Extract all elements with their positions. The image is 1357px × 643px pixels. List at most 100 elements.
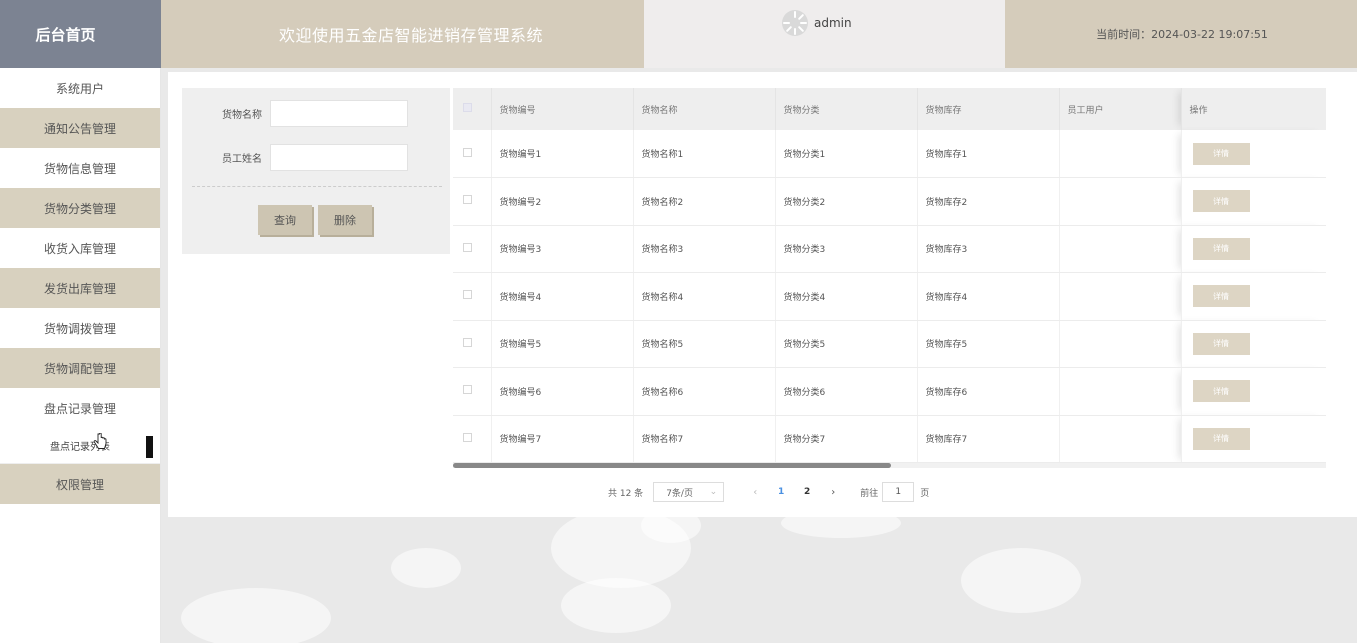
sidebar-item-label: 收货入库管理 <box>43 241 116 256</box>
row-check-cell <box>453 320 492 368</box>
table-row: 货物编号5 货物名称5 货物分类5 货物库存5 详情 <box>453 320 1326 368</box>
sidebar-item-shipping[interactable]: 发货出库管理 <box>0 268 160 308</box>
cell-goods-code: 货物编号6 <box>491 367 634 416</box>
cell-goods-name: 货物名称5 <box>633 320 776 368</box>
sidebar-item-label: 盘点记录管理 <box>43 401 116 416</box>
sidebar-item-transfer[interactable]: 货物调拨管理 <box>0 308 160 348</box>
detail-button[interactable]: 详情 <box>1192 380 1250 403</box>
employee-name-input[interactable] <box>270 143 408 171</box>
bg-bubble <box>961 548 1081 613</box>
header-goods-code[interactable]: 货物编号 <box>491 88 634 130</box>
cell-goods-stock: 货物库存3 <box>917 225 1060 273</box>
sidebar-item-label: 通知公告管理 <box>43 121 116 136</box>
goto-unit: 页 <box>920 488 930 499</box>
select-all-cell <box>453 88 492 130</box>
cell-goods-category: 货物分类4 <box>775 272 918 321</box>
row-checkbox[interactable] <box>463 337 472 347</box>
cell-operation: 详情 <box>1181 415 1326 463</box>
sidebar-item-notices[interactable]: 通知公告管理 <box>0 108 160 148</box>
row-checkbox[interactable] <box>463 147 472 157</box>
cell-goods-code: 货物编号7 <box>491 415 634 463</box>
cell-employee-user <box>1059 415 1182 463</box>
cell-employee-user <box>1059 367 1182 416</box>
cell-goods-category: 货物分类3 <box>775 225 918 273</box>
cell-operation: 详情 <box>1181 272 1326 321</box>
cell-employee-user <box>1059 130 1182 178</box>
sidebar: 系统用户 通知公告管理 货物信息管理 货物分类管理 收货入库管理 发货出库管理 … <box>0 68 161 643</box>
cell-operation: 详情 <box>1181 367 1326 416</box>
hand-cursor-icon <box>93 433 107 449</box>
sidebar-subitem-inventory-list[interactable]: 盘点记录列表 <box>0 428 160 464</box>
page-number[interactable]: 2 <box>794 487 820 497</box>
cell-goods-category: 货物分类5 <box>775 320 918 368</box>
detail-button[interactable]: 详情 <box>1192 285 1250 308</box>
detail-button[interactable]: 详情 <box>1192 332 1250 355</box>
detail-button[interactable]: 详情 <box>1192 142 1250 165</box>
detail-button[interactable]: 详情 <box>1192 427 1250 450</box>
sidebar-item-label: 货物调拨管理 <box>43 321 116 336</box>
sidebar-item-label: 货物信息管理 <box>43 161 116 176</box>
table-row: 货物编号4 货物名称4 货物分类4 货物库存4 详情 <box>453 272 1326 321</box>
header-goods-category[interactable]: 货物分类 <box>775 88 918 130</box>
cell-goods-code: 货物编号5 <box>491 320 634 368</box>
page-size-value: 7条/页 <box>666 488 693 499</box>
current-time: 当前时间：2024-03-22 19:07:51 <box>1005 0 1357 68</box>
header-goods-name[interactable]: 货物名称 <box>633 88 776 130</box>
cell-operation: 详情 <box>1181 177 1326 226</box>
sidebar-item-goods-category[interactable]: 货物分类管理 <box>0 188 160 228</box>
sidebar-item-allocation[interactable]: 货物调配管理 <box>0 348 160 388</box>
total-count: 共 12 条 <box>608 488 644 499</box>
cell-goods-stock: 货物库存2 <box>917 177 1060 226</box>
next-page-icon[interactable]: › <box>820 487 846 498</box>
goods-name-row: 货物名称 <box>182 98 450 128</box>
employee-name-label: 员工姓名 <box>222 153 262 165</box>
cell-goods-name: 货物名称1 <box>633 130 776 178</box>
page-size-select[interactable]: 7条/页 ⌄ <box>653 482 725 502</box>
table-row: 货物编号1 货物名称1 货物分类1 货物库存1 详情 <box>453 130 1326 178</box>
app-root: 后台首页 欢迎使用五金店智能进销存管理系统 admin 当前时间：2024-03… <box>0 0 1357 643</box>
bg-bubble <box>561 578 671 633</box>
cell-goods-name: 货物名称3 <box>633 225 776 273</box>
cell-goods-stock: 货物库存1 <box>917 130 1060 178</box>
cell-goods-category: 货物分类2 <box>775 177 918 226</box>
row-check-cell <box>453 415 492 463</box>
sidebar-item-receiving[interactable]: 收货入库管理 <box>0 228 160 268</box>
username[interactable]: admin <box>814 16 852 30</box>
select-all-checkbox[interactable] <box>463 103 472 112</box>
goods-name-label: 货物名称 <box>222 109 262 121</box>
prev-page-icon[interactable]: ‹ <box>742 487 768 498</box>
row-check-cell <box>453 367 492 416</box>
sidebar-item-goods-info[interactable]: 货物信息管理 <box>0 148 160 188</box>
query-button[interactable]: 查询 <box>258 205 312 235</box>
row-checkbox[interactable] <box>463 385 472 395</box>
home-link[interactable]: 后台首页 <box>0 0 161 68</box>
loading-spinner-icon <box>782 10 808 36</box>
cell-employee-user <box>1059 177 1182 226</box>
goto-page-input[interactable] <box>882 482 915 502</box>
sidebar-item-permissions[interactable]: 权限管理 <box>0 464 160 504</box>
page-number[interactable]: 1 <box>768 487 794 497</box>
detail-button[interactable]: 详情 <box>1192 237 1250 260</box>
delete-button[interactable]: 删除 <box>318 205 372 235</box>
sidebar-item-label: 系统用户 <box>55 81 104 96</box>
cell-goods-code: 货物编号1 <box>491 130 634 178</box>
cell-goods-code: 货物编号4 <box>491 272 634 321</box>
table-row: 货物编号3 货物名称3 货物分类3 货物库存3 详情 <box>453 225 1326 273</box>
header-goods-stock[interactable]: 货物库存 <box>917 88 1060 130</box>
data-table-container: 货物编号 货物名称 货物分类 货物库存 员工用户 操作 货物编号1 货物名称1 … <box>453 88 1326 465</box>
table-header-row: 货物编号 货物名称 货物分类 货物库存 员工用户 操作 <box>453 88 1326 130</box>
sidebar-item-system-users[interactable]: 系统用户 <box>0 68 160 108</box>
search-panel: 货物名称 员工姓名 查询 删除 <box>182 88 450 254</box>
row-checkbox[interactable] <box>463 242 472 252</box>
row-checkbox[interactable] <box>463 290 472 300</box>
goto-label: 前往 <box>860 488 879 499</box>
row-checkbox[interactable] <box>463 195 472 205</box>
sidebar-item-label: 发货出库管理 <box>43 281 116 296</box>
cell-operation: 详情 <box>1181 130 1326 178</box>
table-scrollbar-thumb[interactable] <box>453 463 891 468</box>
header-employee-user[interactable]: 员工用户 <box>1059 88 1182 130</box>
goods-name-input[interactable] <box>270 99 408 127</box>
row-checkbox[interactable] <box>463 432 472 442</box>
detail-button[interactable]: 详情 <box>1192 190 1250 213</box>
sidebar-item-inventory-records[interactable]: 盘点记录管理 <box>0 388 160 428</box>
